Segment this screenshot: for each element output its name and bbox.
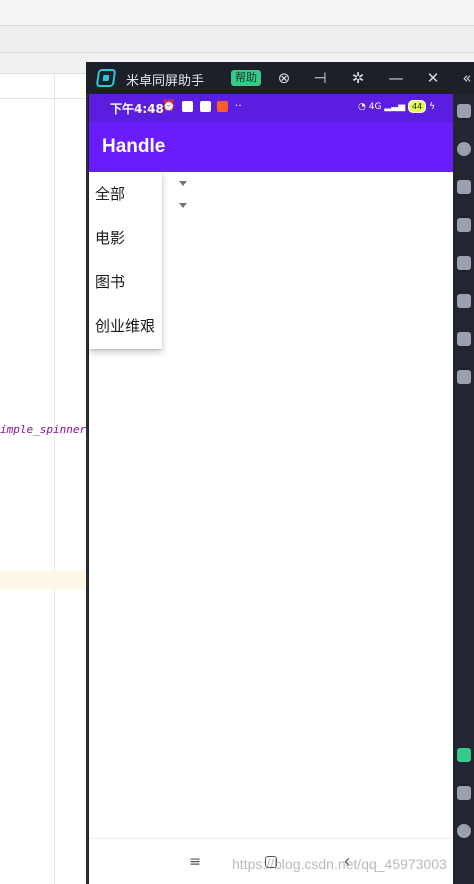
back-icon[interactable] [457,786,471,800]
keyboard-icon[interactable] [457,256,471,270]
more-icon[interactable] [457,370,471,384]
mirror-titlebar[interactable]: 米卓同屏助手 帮助 ⊗ ⊣ ✲ — ✕ « [86,62,474,94]
ide-current-line-highlight [0,570,88,590]
wifi-icon: ◔ [358,102,366,112]
dropdown-item-book[interactable]: 图书 [89,260,162,304]
help-button[interactable]: 帮助 [231,70,261,86]
ide-code-text: imple_spinner_ [0,423,93,436]
battery-icon: 44 [408,100,427,113]
spinner-dropdown-list: 全部 电影 图书 创业维艰 [89,172,162,349]
assistant-icon[interactable] [457,748,471,762]
spinner-dropdown-arrow-icon[interactable] [179,181,187,186]
screenshot-icon[interactable] [457,294,471,308]
more-notifications-icon: ·· [234,99,242,112]
volume-up-icon[interactable] [457,180,471,194]
volume-down-icon[interactable] [457,218,471,232]
app-title: Handle [102,136,166,157]
dropdown-item-startup[interactable]: 创业维艰 [89,304,162,348]
app-bar: Handle [89,122,453,172]
watermark: https://blog.csdn.net/qq_45973003 [232,856,447,872]
status-bar: 下午4:48 ⏰ ·· ◔ 4G ▂▃▅ 44 ϟ [89,94,453,122]
gear-icon[interactable]: ✲ [347,67,369,89]
network-type: 4G [368,102,382,112]
chat-icon [199,100,211,112]
phone-screen: 下午4:48 ⏰ ·· ◔ 4G ▂▃▅ 44 ϟ Handle 全部 电影 图… [88,94,453,884]
fullscreen-icon[interactable] [457,104,471,118]
mirror-sidebar [452,94,474,884]
dropdown-item-all[interactable]: 全部 [89,172,162,216]
minimize-icon[interactable]: — [385,67,407,89]
status-time: 下午4:48 [110,102,164,116]
mirror-logo-icon [95,69,117,87]
menu-icon[interactable]: ≡ [185,852,205,872]
mirror-title: 米卓同屏助手 [126,74,205,89]
spinner-dropdown-arrow-icon[interactable] [179,203,187,208]
brightness-icon[interactable] [457,142,471,156]
dropdown-item-movie[interactable]: 电影 [89,216,162,260]
pin-icon[interactable]: ⊣ [309,67,331,89]
app-notification-icon [217,100,229,112]
link-icon[interactable]: ⊗ [273,67,295,89]
charging-icon: ϟ [429,102,435,112]
home-icon[interactable] [457,824,471,838]
close-icon[interactable]: ✕ [422,67,444,89]
screen: imple_spinner_ 米卓同屏助手 帮助 ⊗ ⊣ ✲ — ✕ « 下午4… [0,0,474,884]
ide-menu-bar [0,0,474,26]
alarm-icon: ⏰ [162,99,176,112]
message-icon [182,100,194,112]
system-icons: ◔ 4G ▂▃▅ 44 ϟ [358,100,435,113]
notification-icons: ⏰ ·· [162,99,242,112]
record-icon[interactable] [457,332,471,346]
ide-divider [0,98,88,99]
ide-toolbar [0,26,474,53]
collapse-icon[interactable]: « [456,67,474,89]
ide-line-gutter [0,74,55,884]
signal-icon: ▂▃▅ [384,102,406,112]
